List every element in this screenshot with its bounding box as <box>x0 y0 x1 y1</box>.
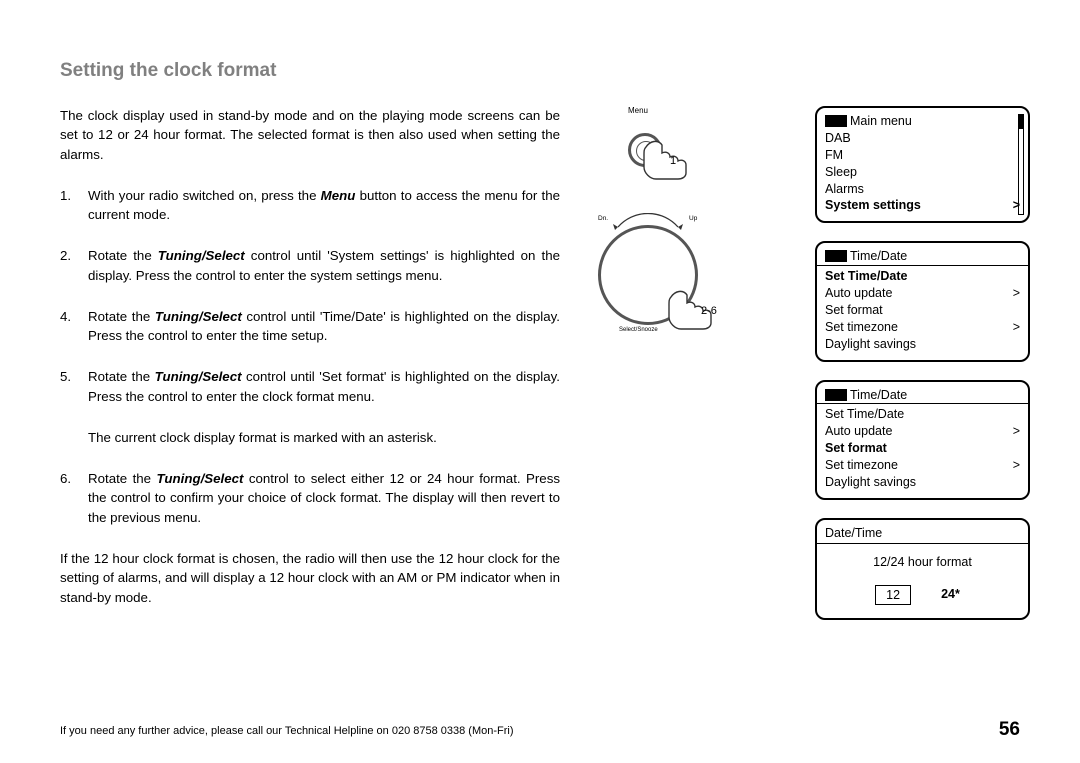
step-number-2-6: 2-6 <box>701 305 717 317</box>
press-button-icon: 1 <box>608 115 708 195</box>
hand-icon <box>636 133 696 181</box>
option-24: 24* <box>931 585 970 606</box>
arrows-icon <box>598 213 698 231</box>
step-6: 6. Rotate the Tuning/Select control to s… <box>60 469 560 527</box>
screen-time-date-2: Time/Date Set Time/Date Auto update> Set… <box>815 380 1030 500</box>
screen-main-menu: Main menu DAB FM Sleep Alarms System set… <box>815 106 1030 223</box>
note-text: The current clock display format is mark… <box>60 428 560 447</box>
body-text: The clock display used in stand-by mode … <box>60 106 560 607</box>
rotate-dial-icon: Dn. Up 2-6 Select/Snooze <box>593 215 723 345</box>
option-12: 12 <box>875 585 911 606</box>
select-snooze-label: Select/Snooze <box>619 327 658 333</box>
instruction-icons: Menu 1 Dn. Up <box>578 106 738 345</box>
step-4: 4. Rotate the Tuning/Select control unti… <box>60 307 560 346</box>
trailing-paragraph: If the 12 hour clock format is chosen, t… <box>60 549 560 607</box>
screen-time-date-1: Time/Date Set Time/Date Auto update> Set… <box>815 241 1030 361</box>
intro-paragraph: The clock display used in stand-by mode … <box>60 106 560 164</box>
menu-label: Menu <box>538 106 738 115</box>
step-number-1: 1 <box>670 155 676 167</box>
page-number: 56 <box>999 719 1020 741</box>
screen-date-time-format: Date/Time 12/24 hour format 12 24* <box>815 518 1030 621</box>
format-prompt: 12/24 hour format <box>825 554 1020 571</box>
step-5: 5. Rotate the Tuning/Select control unti… <box>60 367 560 406</box>
step-2: 2. Rotate the Tuning/Select control unti… <box>60 246 560 285</box>
step-1: 1. With your radio switched on, press th… <box>60 186 560 225</box>
page-title: Setting the clock format <box>60 60 1020 82</box>
scrollbar <box>1018 114 1024 215</box>
footer-helpline: If you need any further advice, please c… <box>60 725 514 737</box>
